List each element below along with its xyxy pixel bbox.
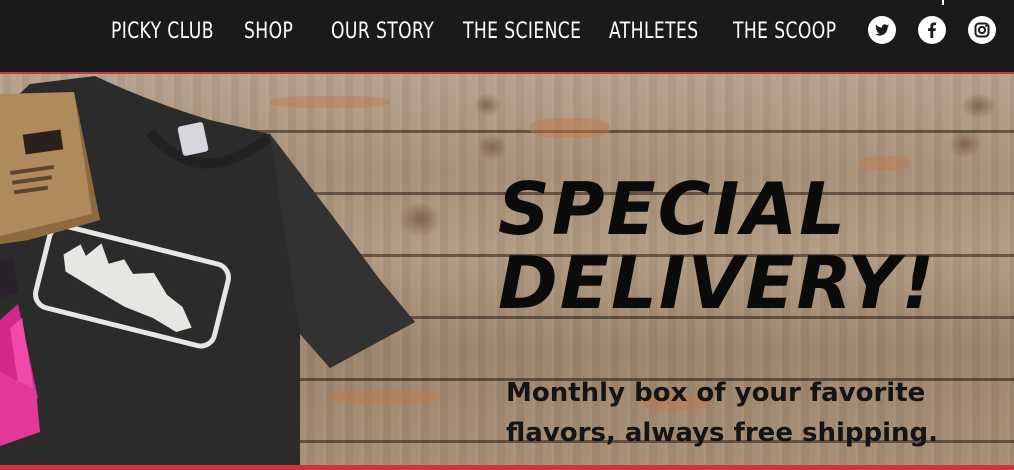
subhead-line-1: Monthly box of your favorite — [506, 378, 926, 408]
nav-item-shop[interactable]: SHOP — [244, 14, 293, 50]
product-photo — [0, 76, 415, 470]
instagram-icon[interactable] — [968, 16, 996, 44]
nav-marker — [942, 0, 944, 5]
wood-knot — [950, 130, 980, 158]
page: PICKY CLUB SHOP OUR STORY THE SCIENCE AT… — [0, 0, 1014, 470]
hero-headline: SPECIAL DELIVERY! — [498, 172, 1014, 320]
wood-stain — [860, 156, 910, 170]
nav-item-the-science[interactable]: THE SCIENCE — [463, 14, 581, 50]
twitter-icon[interactable] — [868, 16, 896, 44]
facebook-icon[interactable] — [918, 16, 946, 44]
hero-subheading: Monthly box of your favorite flavors, al… — [506, 373, 1006, 453]
nav-item-athletes[interactable]: ATHLETES — [609, 14, 699, 50]
headline-line-2: DELIVERY! — [498, 241, 937, 325]
wood-stain — [530, 118, 610, 138]
top-navigation: PICKY CLUB SHOP OUR STORY THE SCIENCE AT… — [0, 0, 1014, 72]
nav-item-our-story[interactable]: OUR STORY — [331, 14, 434, 50]
nav-item-the-scoop[interactable]: THE SCOOP — [733, 14, 836, 50]
hero-bottom-bar — [0, 465, 1014, 470]
nav-item-picky-club[interactable]: PICKY CLUB — [111, 14, 214, 50]
headline-line-1: SPECIAL — [498, 167, 848, 251]
hero-banner[interactable]: SPECIAL DELIVERY! Monthly box of your fa… — [0, 72, 1014, 470]
wood-knot — [478, 134, 506, 160]
subhead-line-2: flavors, always free shipping. — [506, 418, 939, 448]
wood-knot — [474, 94, 500, 116]
wood-knot — [962, 94, 996, 118]
